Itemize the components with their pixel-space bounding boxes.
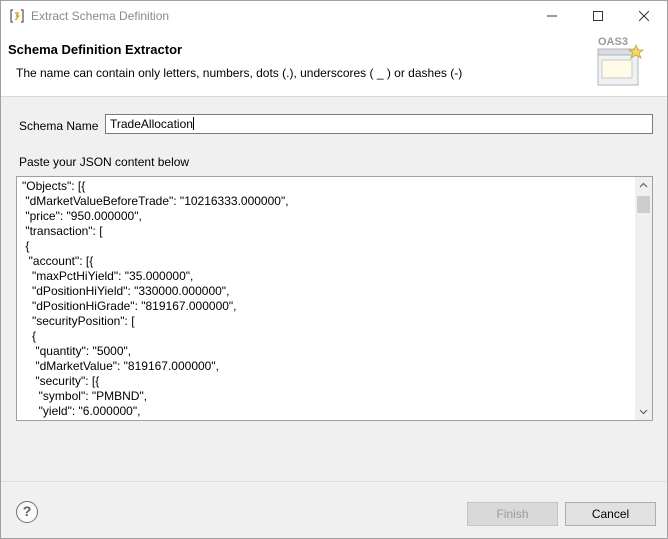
chevron-up-icon <box>639 182 648 188</box>
json-line: "security": [{ <box>22 374 100 388</box>
json-line: "transaction": [ <box>22 224 103 238</box>
maximize-button[interactable] <box>575 1 621 31</box>
header-description: The name can contain only letters, numbe… <box>16 66 463 80</box>
json-line: "dPositionHiYield": "330000.000000", <box>22 284 230 298</box>
oas3-banner-image: OAS3 <box>593 33 647 91</box>
json-line: "symbol": "PMBND", <box>22 389 148 403</box>
finish-button[interactable]: Finish <box>467 502 558 526</box>
app-icon <box>10 9 24 23</box>
json-line: { <box>22 329 37 343</box>
maximize-icon <box>593 11 603 21</box>
scroll-up-button[interactable] <box>635 177 652 194</box>
close-button[interactable] <box>621 1 667 31</box>
close-icon <box>639 11 649 21</box>
minimize-button[interactable] <box>529 1 575 31</box>
json-line: "price": "950.000000", <box>22 209 142 223</box>
json-line: "Objects": [{ <box>22 179 86 193</box>
text-caret <box>192 117 194 130</box>
window-title: Extract Schema Definition <box>31 9 170 23</box>
json-line: { <box>22 239 30 253</box>
json-lines: "Objects": [{ "dMarketValueBeforeTrade":… <box>22 179 632 419</box>
schema-name-input[interactable]: TradeAllocation <box>105 114 653 134</box>
dialog-window: Extract Schema Definition Schema Definit… <box>0 0 668 539</box>
json-line: "maxPctHiYield": "35.000000", <box>22 269 194 283</box>
scroll-track[interactable] <box>635 194 652 403</box>
help-icon: ? <box>22 503 32 519</box>
json-content-textarea[interactable]: "Objects": [{ "dMarketValueBeforeTrade":… <box>16 176 653 421</box>
scroll-down-button[interactable] <box>635 403 652 420</box>
banner-label: OAS3 <box>598 36 628 48</box>
page-title: Schema Definition Extractor <box>8 42 183 57</box>
chevron-down-icon <box>639 409 648 415</box>
scroll-thumb[interactable] <box>637 196 650 213</box>
json-line: "account": [{ <box>22 254 94 268</box>
vertical-scrollbar[interactable] <box>635 177 652 420</box>
dialog-header: Schema Definition Extractor The name can… <box>1 31 667 97</box>
json-line: "securityPosition": [ <box>22 314 135 328</box>
dialog-body: Schema Name TradeAllocation Paste your J… <box>1 98 667 481</box>
json-line: "yield": "6.000000", <box>22 404 141 418</box>
help-button[interactable]: ? <box>16 501 38 523</box>
title-bar[interactable]: Extract Schema Definition <box>1 1 667 31</box>
json-content-label: Paste your JSON content below <box>19 155 190 169</box>
json-line: "dPositionHiGrade": "819167.000000", <box>22 299 237 313</box>
cancel-button[interactable]: Cancel <box>565 502 656 526</box>
json-line: "dMarketValue": "819167.000000", <box>22 359 219 373</box>
minimize-icon <box>547 15 557 17</box>
json-line: "dMarketValueBeforeTrade": "10216333.000… <box>22 194 289 208</box>
schema-name-value: TradeAllocation <box>110 117 193 131</box>
json-line: "quantity": "5000", <box>22 344 132 358</box>
dialog-footer: ? Finish Cancel <box>1 481 667 538</box>
schema-name-label: Schema Name <box>19 119 99 133</box>
